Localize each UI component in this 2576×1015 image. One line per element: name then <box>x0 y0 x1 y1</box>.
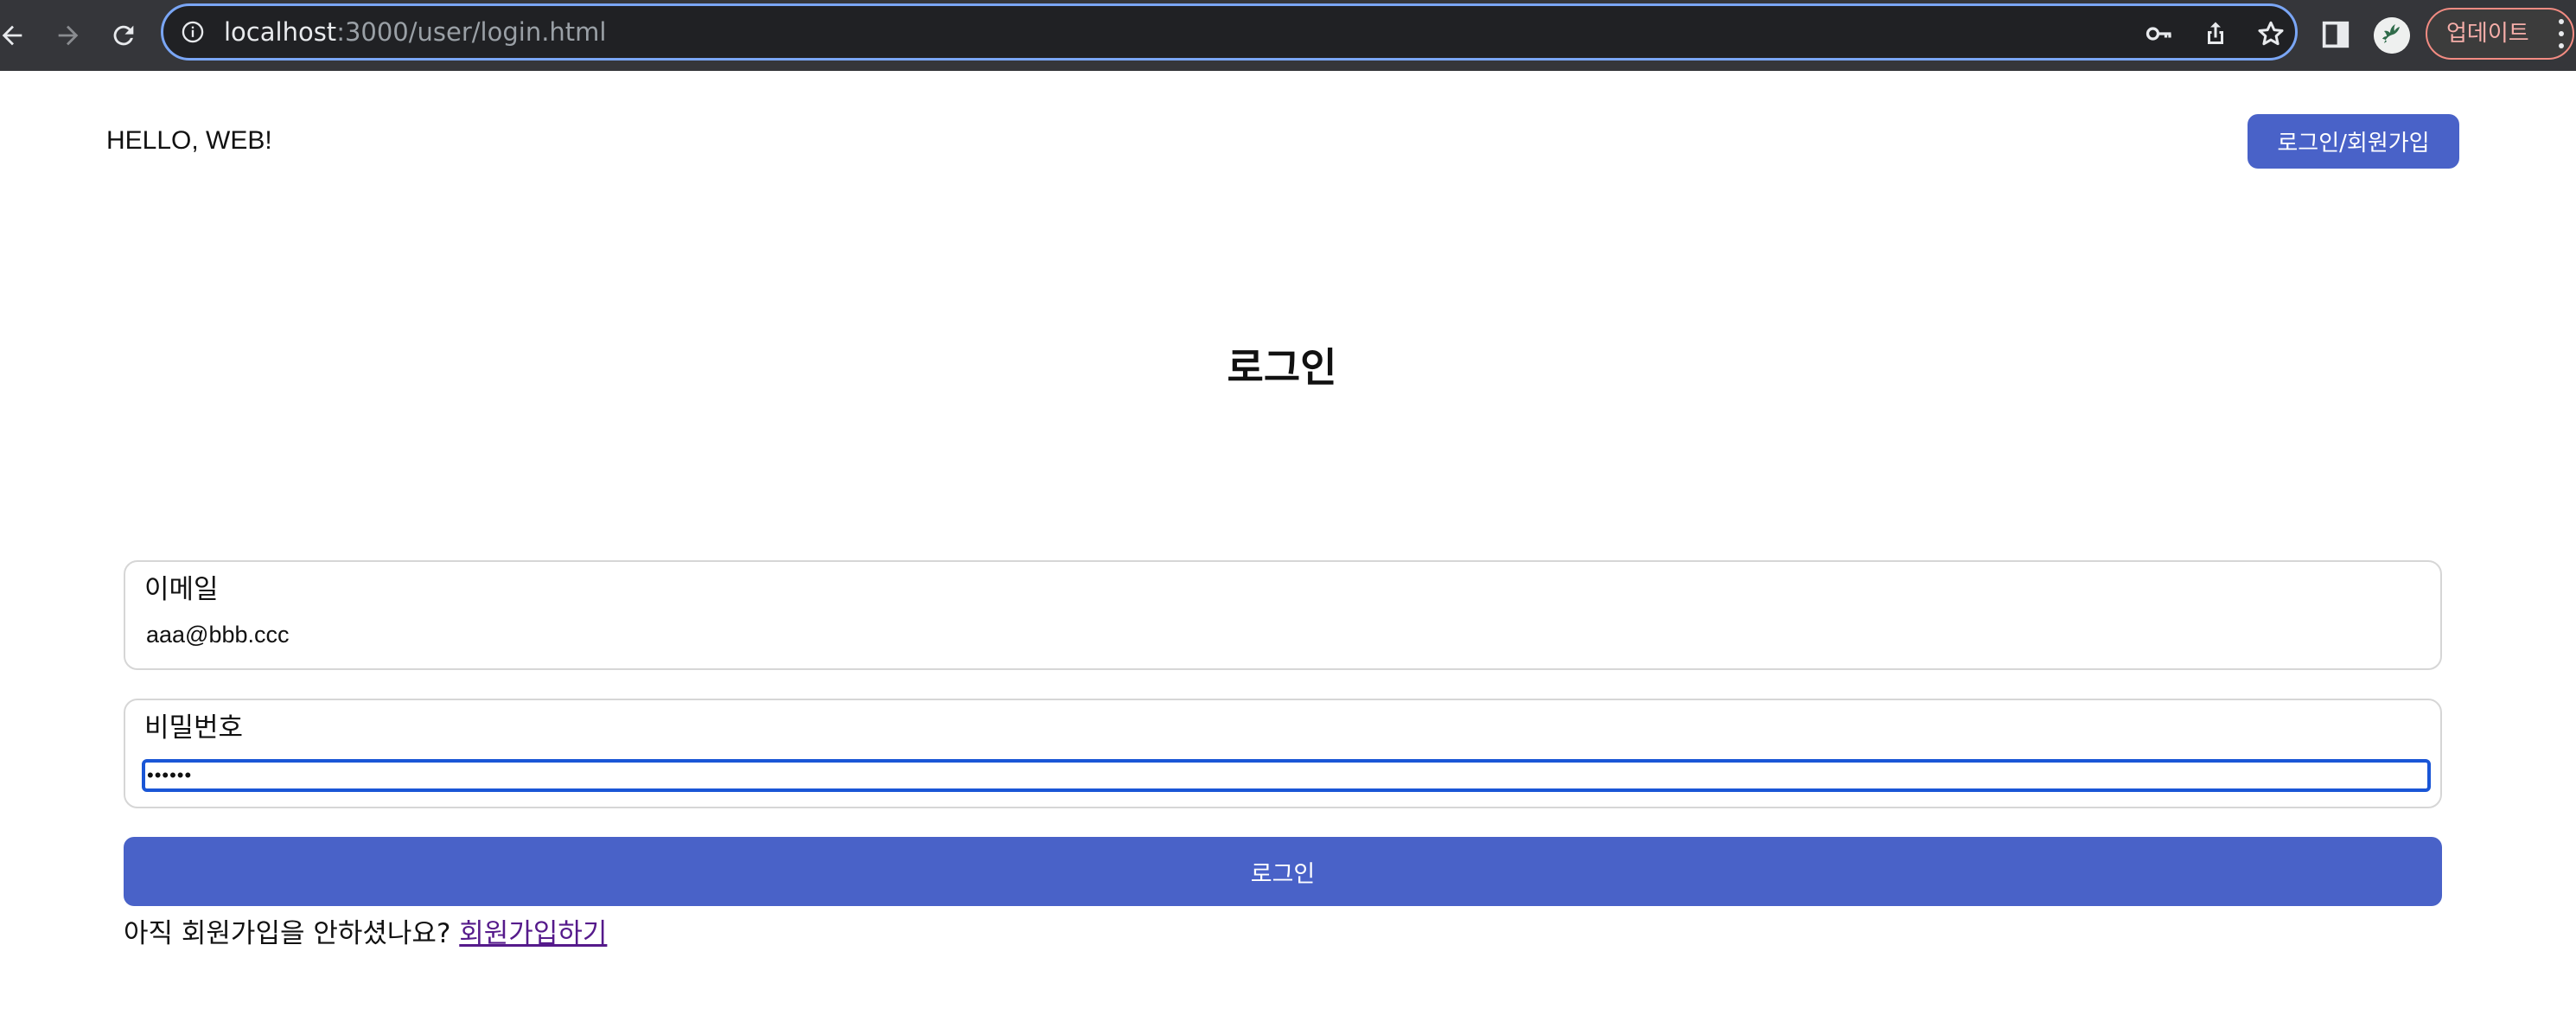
address-bar[interactable]: localhost:3000/user/login.html <box>161 3 2298 61</box>
forward-arrow-icon[interactable] <box>48 15 89 56</box>
info-icon[interactable] <box>181 20 205 44</box>
reload-icon[interactable] <box>103 15 144 56</box>
avatar[interactable] <box>2374 17 2410 54</box>
password-field-group: 비밀번호 <box>124 699 2442 808</box>
email-field-group: 이메일 <box>124 560 2442 670</box>
kebab-menu-icon[interactable] <box>2555 19 2567 48</box>
update-button[interactable]: 업데이트 <box>2426 8 2574 60</box>
url-text[interactable]: localhost:3000/user/login.html <box>224 16 606 48</box>
back-arrow-icon[interactable] <box>0 15 33 56</box>
email-label: 이메일 <box>144 574 219 605</box>
url-path: :3000/user/login.html <box>336 17 607 47</box>
password-label: 비밀번호 <box>144 712 244 744</box>
browser-toolbar: localhost:3000/user/login.html 업데이트 <box>0 0 2576 71</box>
star-icon[interactable] <box>2255 18 2286 49</box>
login-signup-button[interactable]: 로그인/회원가입 <box>2248 114 2459 169</box>
share-icon[interactable] <box>2200 18 2231 49</box>
update-label: 업데이트 <box>2446 21 2529 47</box>
url-host: localhost <box>224 17 337 47</box>
side-panel-icon[interactable] <box>2318 17 2353 52</box>
email-field[interactable] <box>143 617 2428 652</box>
key-icon[interactable] <box>2144 18 2175 49</box>
password-field[interactable] <box>142 759 2431 792</box>
signup-prompt-text: 아직 회원가입을 안하셨나요? <box>124 918 451 949</box>
site-brand[interactable]: HELLO, WEB! <box>106 124 272 157</box>
signup-link[interactable]: 회원가입하기 <box>459 918 607 949</box>
login-submit-button[interactable]: 로그인 <box>124 837 2442 906</box>
page-title: 로그인 <box>1227 344 1337 391</box>
signup-prompt-row: 아직 회원가입을 안하셨나요? 회원가입하기 <box>124 916 607 952</box>
